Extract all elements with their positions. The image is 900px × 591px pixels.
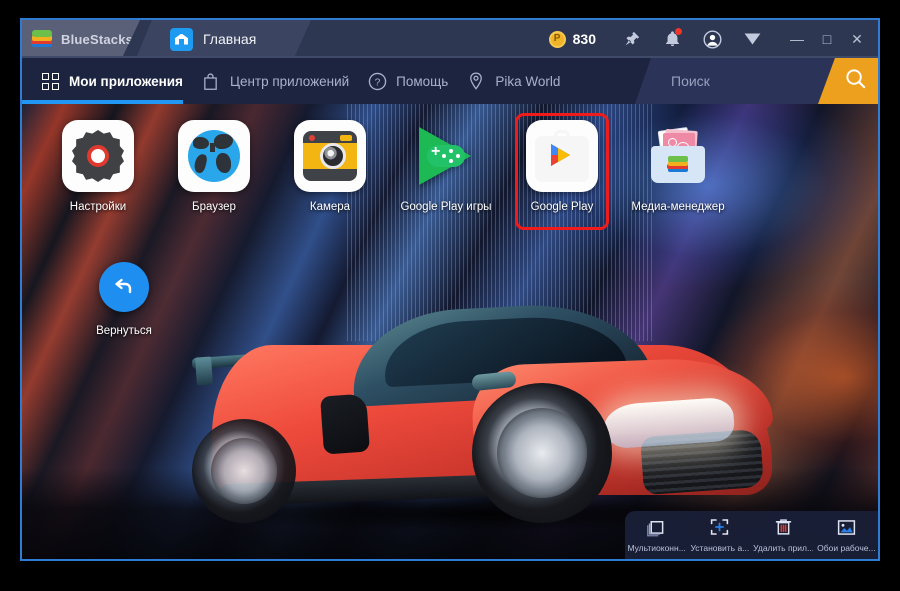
chevron-down-icon[interactable]	[737, 20, 767, 58]
maximize-button[interactable]: □	[812, 20, 842, 58]
title-bar: BlueStacks Главная P 830 — □ ✕	[22, 20, 878, 58]
settings-gear-icon	[62, 120, 134, 192]
app-icon-google-play-games[interactable]: Google Play игры	[396, 120, 496, 213]
search-placeholder: Поиск	[671, 73, 710, 89]
home-icon	[170, 28, 193, 51]
map-pin-icon	[466, 71, 486, 91]
bottom-item-multi-window[interactable]: Мультиоконн...	[625, 516, 688, 553]
app-grid: Настройки Браузер Камера Google Play игр…	[22, 104, 878, 230]
app-icon-media-manager[interactable]: Медиа-менеджер	[628, 120, 728, 213]
browser-globe-icon	[178, 120, 250, 192]
multi-window-icon	[646, 516, 667, 538]
nav-item-app-center-label: Центр приложений	[229, 73, 350, 89]
search-icon	[844, 67, 867, 95]
nav-item-my-apps[interactable]: Мои приложения	[22, 58, 183, 104]
nav-item-app-center[interactable]: Центр приложений	[183, 58, 349, 104]
trash-icon	[774, 516, 793, 538]
android-desktop: Настройки Браузер Камера Google Play игр…	[22, 104, 878, 559]
media-manager-icon	[642, 120, 714, 192]
coin-icon: P	[548, 30, 566, 48]
brand-label: BlueStacks	[61, 31, 134, 47]
app-label: Google Play игры	[400, 201, 492, 213]
grid-icon	[40, 71, 60, 91]
nav-item-pika-world-label: Pika World	[495, 73, 561, 89]
coin-balance[interactable]: P 830	[548, 30, 596, 48]
nav-item-my-apps-label: Мои приложения	[69, 73, 183, 89]
bottom-item-label: Обои рабоче...	[817, 543, 876, 553]
back-button[interactable]: Вернуться	[74, 262, 174, 337]
nav-item-help-label: Помощь	[396, 73, 449, 89]
minimize-button[interactable]: —	[782, 20, 812, 58]
nav-item-help[interactable]: ? Помощь	[349, 58, 448, 104]
tab-home-label: Главная	[203, 31, 257, 47]
google-play-games-icon	[410, 120, 482, 192]
bottom-item-uninstall[interactable]: Удалить прил...	[752, 516, 815, 553]
bottom-item-install-apk[interactable]: Установить а...	[688, 516, 751, 553]
app-label: Браузер	[192, 201, 236, 213]
account-icon[interactable]	[697, 20, 727, 58]
wallpaper-car-image	[172, 231, 792, 531]
svg-text:?: ?	[374, 77, 380, 88]
bottom-item-wallpaper[interactable]: Обои рабоче...	[815, 516, 878, 553]
window-controls: — □ ✕	[782, 20, 872, 58]
bluestacks-logo-icon	[31, 29, 53, 49]
app-label: Камера	[309, 201, 351, 213]
brand-area: BlueStacks	[22, 20, 140, 58]
install-apk-icon	[709, 516, 730, 538]
google-play-store-icon	[526, 120, 598, 192]
back-button-label: Вернуться	[96, 325, 152, 337]
bag-icon	[201, 71, 221, 91]
wallpaper-icon	[836, 516, 857, 538]
coin-value: 830	[572, 31, 596, 47]
app-icon-camera[interactable]: Камера	[280, 120, 380, 213]
notification-badge	[675, 28, 682, 35]
app-icon-settings[interactable]: Настройки	[48, 120, 148, 213]
back-arrow-icon	[99, 262, 149, 312]
bottom-item-label: Установить а...	[690, 543, 750, 553]
bottom-item-label: Удалить прил...	[753, 543, 814, 553]
search-input[interactable]: Поиск	[635, 58, 878, 104]
nav-item-pika-world[interactable]: Pika World	[448, 58, 560, 104]
app-icon-browser[interactable]: Браузер	[164, 120, 264, 213]
bottom-item-label: Мультиоконн...	[627, 543, 686, 553]
navigation-bar: Мои приложения Центр приложений ? Помощь	[22, 58, 878, 104]
app-label: Настройки	[69, 201, 127, 213]
search-button[interactable]	[818, 58, 878, 104]
app-label: Медиа-менеджер	[631, 201, 725, 213]
app-icon-google-play[interactable]: Google Play	[512, 113, 612, 230]
question-circle-icon: ?	[367, 71, 387, 91]
titlebar-right-controls: P 830 — □ ✕	[548, 20, 878, 58]
tab-home[interactable]: Главная	[136, 20, 311, 58]
close-button[interactable]: ✕	[842, 20, 872, 58]
app-label: Google Play	[530, 201, 594, 213]
pin-icon[interactable]	[617, 20, 647, 58]
bell-icon[interactable]	[657, 20, 687, 58]
bluestacks-window: BlueStacks Главная P 830 — □ ✕ Мои прило…	[20, 18, 880, 561]
bottom-toolbar: Мультиоконн... Установить а... Удалить п…	[625, 511, 878, 559]
camera-icon	[294, 120, 366, 192]
